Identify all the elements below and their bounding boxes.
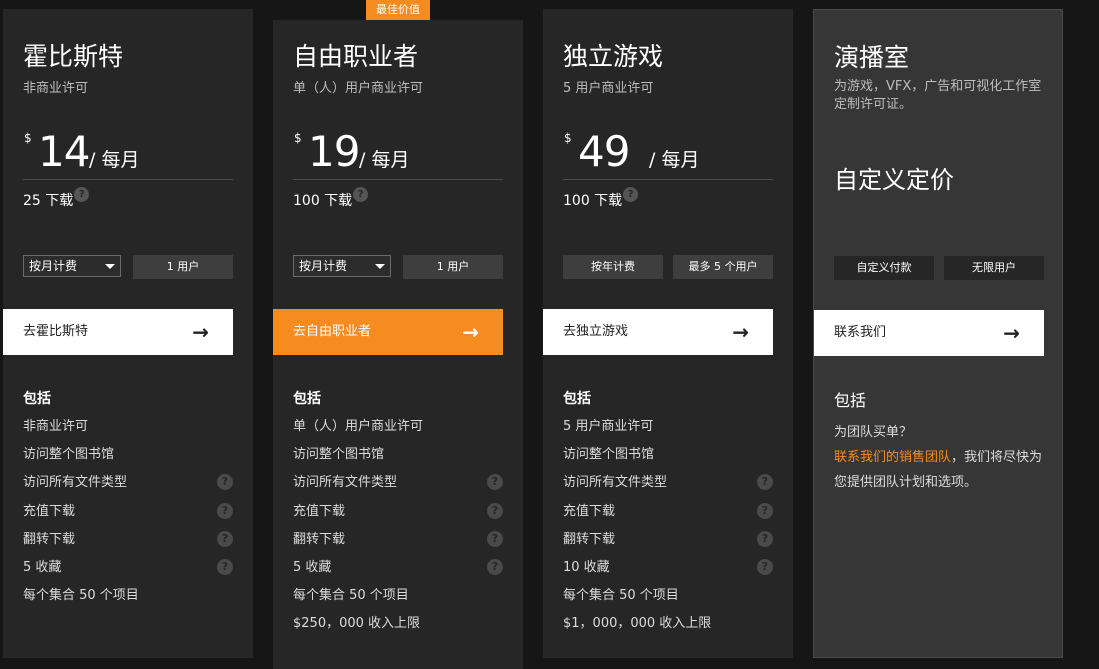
list-item: 每个集合 50 个项目 xyxy=(23,588,139,604)
help-icon[interactable]: ? xyxy=(353,187,369,202)
chevron-down-icon xyxy=(105,264,115,269)
price-amount: 19 xyxy=(308,127,360,176)
includes-heading: 包括 xyxy=(834,391,867,410)
users-pill: 1 用户 xyxy=(403,255,503,279)
list-item: 5 收藏? xyxy=(23,558,233,586)
arrow-right-icon: → xyxy=(192,320,209,344)
go-freelancer-button[interactable]: 去自由职业者 → xyxy=(273,309,503,355)
arrow-right-icon: → xyxy=(462,320,479,344)
go-indie-game-button[interactable]: 去独立游戏 → xyxy=(543,309,773,355)
list-item: 翻转下载? xyxy=(293,530,503,558)
plan-card-freelancer: 自由职业者 单（人）用户商业许可 $ 19 / 每月 100 下载? 按月计费 … xyxy=(273,20,523,669)
includes-heading: 包括 xyxy=(563,391,591,407)
help-icon[interactable]: ? xyxy=(487,530,503,547)
plan-subtitle: 5 用户商业许可 xyxy=(563,81,654,96)
downloads-count: 100 下载? xyxy=(563,187,639,210)
list-item: 访问整个图书馆 xyxy=(563,447,655,463)
users-pill: 1 用户 xyxy=(133,255,233,279)
feature-list: 5 用户商业许可 访问整个图书馆 访问所有文件类型? 充值下载? 翻转下载? 1… xyxy=(563,417,773,643)
list-item: 5 用户商业许可 xyxy=(563,419,654,434)
users-pill: 无限用户 xyxy=(944,256,1044,280)
list-item: 翻转下载? xyxy=(563,530,773,558)
price-amount: 49 xyxy=(578,127,630,176)
help-icon[interactable]: ? xyxy=(757,558,773,575)
billing-pill: 按年计费 xyxy=(563,255,663,279)
currency-symbol: $ xyxy=(294,131,302,145)
feature-list: 单（人）用户商业许可 访问整个图书馆 访问所有文件类型? 充值下载? 翻转下载?… xyxy=(293,417,503,643)
list-item: 10 收藏? xyxy=(563,558,773,586)
custom-price: 自定义定价 xyxy=(834,166,954,194)
list-item: 访问所有文件类型? xyxy=(563,473,773,501)
currency-symbol: $ xyxy=(24,131,32,145)
includes-heading: 包括 xyxy=(23,391,51,407)
help-icon[interactable]: ? xyxy=(487,474,503,491)
downloads-count: 25 下载? xyxy=(23,187,90,210)
team-info: 为团队买单？ 联系我们的销售团队，我们将尽快为您提供团队计划和选项。 xyxy=(834,420,1049,495)
list-item: 访问所有文件类型? xyxy=(293,473,503,501)
plan-card-hobbyist: 霍比斯特 非商业许可 $ 14 / 每月 25 下载? 按月计费 1 用户 去霍… xyxy=(3,9,253,658)
list-item: 5 收藏? xyxy=(293,558,503,586)
help-icon[interactable]: ? xyxy=(217,474,233,491)
currency-symbol: $ xyxy=(564,131,572,145)
price: $ 49 / 每月 xyxy=(563,127,773,180)
chevron-down-icon xyxy=(375,264,385,269)
help-icon[interactable]: ? xyxy=(757,474,773,491)
list-item: 每个集合 50 个项目 xyxy=(563,588,679,604)
list-item: 每个集合 50 个项目 xyxy=(293,588,409,604)
price: $ 14 / 每月 xyxy=(23,127,233,180)
includes-heading: 包括 xyxy=(293,391,321,407)
arrow-right-icon: → xyxy=(732,320,749,344)
help-icon[interactable]: ? xyxy=(74,187,90,202)
users-pill: 最多 5 个用户 xyxy=(673,255,773,279)
billing-select[interactable]: 按月计费 xyxy=(23,255,121,277)
help-icon[interactable]: ? xyxy=(217,530,233,547)
plan-title: 演播室 xyxy=(834,43,910,72)
arrow-right-icon: → xyxy=(1003,321,1020,345)
contact-us-button[interactable]: 联系我们 → xyxy=(814,310,1044,356)
price-amount: 14 xyxy=(38,127,90,176)
downloads-count: 100 下载? xyxy=(293,187,369,210)
list-item: 单（人）用户商业许可 xyxy=(293,419,424,434)
list-item: 充值下载? xyxy=(563,502,773,530)
price-period: / 每月 xyxy=(359,149,410,171)
go-hobbyist-button[interactable]: 去霍比斯特 → xyxy=(3,309,233,355)
plan-subtitle: 单（人）用户商业许可 xyxy=(293,81,424,96)
help-icon[interactable]: ? xyxy=(757,530,773,547)
plan-card-indie-game: 独立游戏 5 用户商业许可 $ 49 / 每月 100 下载? 按年计费 最多 … xyxy=(543,9,793,658)
price-period: / 每月 xyxy=(649,149,700,171)
list-item: 翻转下载? xyxy=(23,530,233,558)
help-icon[interactable]: ? xyxy=(487,558,503,575)
list-item: $250，000 收入上限 xyxy=(293,616,421,632)
list-item: 访问整个图书馆 xyxy=(293,447,385,463)
help-icon[interactable]: ? xyxy=(623,187,639,202)
sales-team-link[interactable]: 联系我们的销售团队 xyxy=(834,450,951,465)
list-item: 访问整个图书馆 xyxy=(23,447,115,463)
help-icon[interactable]: ? xyxy=(757,502,773,519)
plan-subtitle: 非商业许可 xyxy=(23,81,89,96)
plan-subtitle: 为游戏，VFX，广告和可视化工作室定制许可证。 xyxy=(834,79,1042,112)
help-icon[interactable]: ? xyxy=(487,502,503,519)
plan-title: 独立游戏 xyxy=(563,42,664,71)
list-item: 访问所有文件类型? xyxy=(23,473,233,501)
best-value-badge: 最佳价值 xyxy=(366,0,430,20)
billing-select[interactable]: 按月计费 xyxy=(293,255,391,277)
payment-pill: 自定义付款 xyxy=(834,256,934,280)
team-question: 为团队买单？ xyxy=(834,425,913,440)
help-icon[interactable]: ? xyxy=(217,502,233,519)
feature-list: 非商业许可 访问整个图书馆 访问所有文件类型? 充值下载? 翻转下载? 5 收藏… xyxy=(23,417,233,614)
plan-title: 自由职业者 xyxy=(293,42,419,71)
price: $ 19 / 每月 xyxy=(293,127,503,180)
list-item: 充值下载? xyxy=(293,502,503,530)
price-period: / 每月 xyxy=(89,149,140,171)
plan-card-studio: 演播室 为游戏，VFX，广告和可视化工作室定制许可证。 自定义定价 自定义付款 … xyxy=(813,9,1063,658)
list-item: $1，000，000 收入上限 xyxy=(563,616,712,632)
help-icon[interactable]: ? xyxy=(217,558,233,575)
list-item: 充值下载? xyxy=(23,502,233,530)
plan-title: 霍比斯特 xyxy=(23,42,124,71)
list-item: 非商业许可 xyxy=(23,419,89,434)
